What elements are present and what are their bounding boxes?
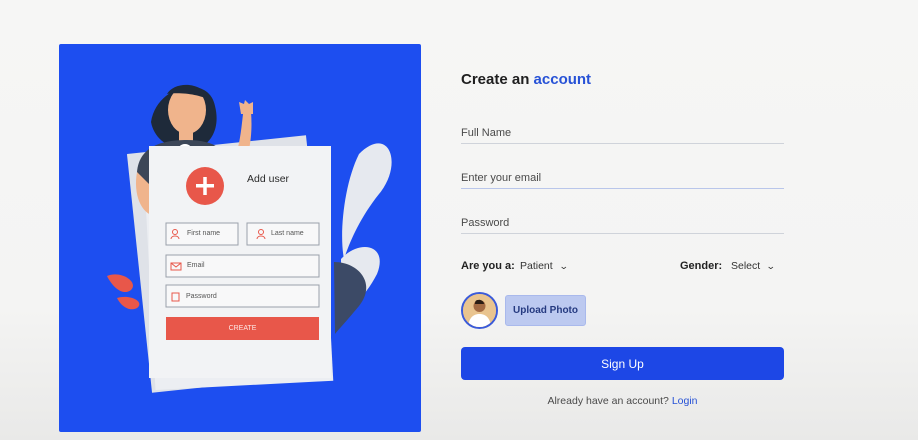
login-link[interactable]: Login [672,395,698,407]
person-hand [239,100,253,114]
signup-illustration [107,84,392,393]
gender-label: Gender: [680,260,723,272]
card-first-name-label: First name [187,230,221,237]
card-create-label: CREATE [228,325,257,332]
leaf-decoration [342,143,392,259]
sign-up-button[interactable]: Sign Up [461,347,784,380]
card-email-label: Email [187,262,205,269]
role-select-value: Patient [520,260,553,272]
avatar[interactable] [461,292,498,329]
gender-select[interactable]: Select ⌄ [731,260,776,272]
card-last-name-label: Last name [271,230,304,237]
gender-select-value: Select [731,260,761,272]
chevron-down-icon: ⌄ [558,260,569,271]
hero-illustration: Add user First name Last name Email Pass… [59,44,421,432]
password-input[interactable] [461,212,784,234]
role-select[interactable]: Patient ⌄ [520,260,569,272]
title-accent: account [533,71,592,88]
leaf-decoration [117,296,140,310]
card-title: Add user [247,173,290,185]
page-title: Create an account [461,71,591,88]
login-prompt-text: Already have an account? [547,395,669,407]
login-prompt: Already have an account? Login [461,395,784,407]
avatar-image [463,294,496,327]
full-name-input[interactable] [461,122,784,144]
title-prefix: Create an [461,71,530,88]
email-input[interactable] [461,167,784,189]
upload-photo-button[interactable]: Upload Photo [505,295,586,326]
role-label: Are you a: [461,260,515,272]
card-password-label: Password [186,293,217,300]
chevron-down-icon: ⌄ [766,260,776,271]
leaf-decoration [107,274,133,293]
